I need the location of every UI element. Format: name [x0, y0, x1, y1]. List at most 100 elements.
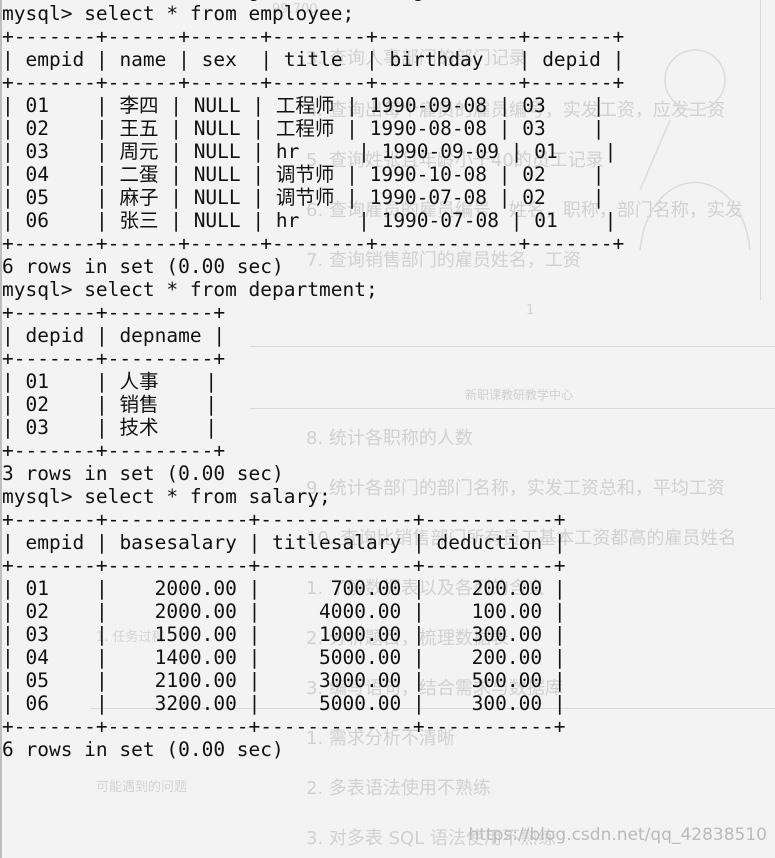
- table-border: +-------+------+------+--------+--------…: [2, 71, 625, 94]
- table-border: +-------+---------+: [2, 301, 226, 324]
- table-cell: 麻子: [119, 186, 159, 209]
- table-border: +-------+---------+: [2, 347, 226, 370]
- table-cell: 06: [25, 692, 49, 715]
- table-cell: 02: [522, 163, 546, 186]
- table-cell: 3200.00: [154, 692, 237, 715]
- table-border: +-------+---------+: [2, 439, 226, 462]
- table-cell: NULL: [193, 117, 241, 140]
- terminal-output: Rows matched: 2 Changed: 0 Warnings: 0my…: [2, 0, 624, 761]
- result-summary: 6 rows in set (0.00 sec): [2, 738, 284, 761]
- table-cell: 02: [25, 393, 49, 416]
- column-header: depname: [119, 324, 202, 347]
- table-cell: 技术: [119, 416, 159, 439]
- column-header: name: [119, 48, 167, 71]
- table-row: | 06 | 3200.00 | 5000.00 | 300.00 |: [2, 692, 566, 715]
- table-cell: 王五: [119, 117, 159, 140]
- table-row: | 06 | 张三 | NULL | hr | 1990-07-08 | 01 …: [2, 209, 617, 232]
- table-cell: 1990-10-08: [369, 163, 488, 186]
- table-cell: 500.00: [471, 669, 543, 692]
- table-cell: 01: [25, 577, 49, 600]
- table-cell: 05: [25, 669, 49, 692]
- table-cell: 调节师: [275, 163, 335, 186]
- result-summary: 3 rows in set (0.00 sec): [2, 462, 284, 485]
- table-row: | 02 | 2000.00 | 4000.00 | 100.00 |: [2, 600, 566, 623]
- table-cell: 销售: [119, 393, 159, 416]
- table-cell: 02: [25, 600, 49, 623]
- table-cell: 调节师: [275, 186, 335, 209]
- table-border: +-------+------+------+--------+--------…: [2, 232, 625, 255]
- table-cell: 04: [25, 163, 49, 186]
- table-row: | 02 | 销售 |: [2, 393, 218, 416]
- table-cell: 01: [534, 209, 558, 232]
- column-header: sex: [201, 48, 237, 71]
- table-cell: 01: [534, 140, 558, 163]
- table-border: +-------+------------+-------------+----…: [2, 715, 566, 738]
- column-header: empid: [25, 48, 85, 71]
- command-line: mysql> select * from employee;: [2, 2, 624, 25]
- table-row: | 05 | 2100.00 | 3000.00 | 500.00 |: [2, 669, 566, 692]
- table-cell: 05: [25, 186, 49, 209]
- table-cell: 2000.00: [154, 600, 237, 623]
- table-cell: 200.00: [471, 577, 543, 600]
- table-cell: 100.00: [471, 600, 543, 623]
- table-cell: 2000.00: [154, 577, 237, 600]
- table-row: | 01 | 人事 |: [2, 370, 218, 393]
- table-header: | empid | name | sex | title | birthday …: [2, 48, 625, 71]
- table-cell: 06: [25, 209, 49, 232]
- table-header: | empid | basesalary | titlesalary | ded…: [2, 531, 566, 554]
- table-row: | 03 | 技术 |: [2, 416, 218, 439]
- watermark: https://blog.csdn.net/qq_42838510: [468, 825, 767, 845]
- summary-line: 6 rows in set (0.00 sec): [2, 738, 624, 761]
- column-header: depid: [25, 324, 85, 347]
- table-cell: 1500.00: [154, 623, 237, 646]
- table-cell: 张三: [119, 209, 159, 232]
- table-cell: 1990-07-08: [381, 209, 499, 232]
- table-border: +-------+------------+-------------+----…: [2, 554, 566, 577]
- table-row: | 02 | 王五 | NULL | 工程师 | 1990-08-08 | 03…: [2, 117, 605, 140]
- table-cell: 1400.00: [154, 646, 237, 669]
- table-row: | 01 | 李四 | NULL | 工程师 | 1990-09-08 | 03…: [2, 94, 605, 117]
- column-header: title: [283, 48, 343, 71]
- table-cell: 200.00: [471, 646, 543, 669]
- table-cell: hr: [275, 140, 300, 163]
- table-cell: 5000.00: [319, 646, 402, 669]
- table-cell: NULL: [193, 140, 241, 163]
- table-cell: 周元: [119, 140, 159, 163]
- mysql-prompt: mysql>: [2, 2, 73, 25]
- table-cell: 工程师: [275, 117, 335, 140]
- summary-line: 3 rows in set (0.00 sec): [2, 462, 624, 485]
- column-header: basesalary: [119, 531, 237, 554]
- table-row: | 05 | 麻子 | NULL | 调节师 | 1990-07-08 | 02…: [2, 186, 605, 209]
- column-header: titlesalary: [272, 531, 402, 554]
- table-row: | 01 | 2000.00 | 700.00 | 200.00 |: [2, 577, 566, 600]
- table-cell: 1990-09-09: [381, 140, 499, 163]
- table-cell: 03: [25, 623, 49, 646]
- table-cell: 人事: [119, 370, 159, 393]
- table-cell: NULL: [193, 94, 241, 117]
- table-cell: 2100.00: [154, 669, 237, 692]
- table-cell: 二蛋: [119, 163, 159, 186]
- table-cell: 1990-07-08: [369, 186, 488, 209]
- sql-command: select * from department;: [72, 278, 378, 301]
- sql-command: select * from employee;: [72, 2, 355, 25]
- table-cell: 1000.00: [319, 623, 402, 646]
- table-cell: NULL: [193, 186, 241, 209]
- table-border: +-------+------+------+--------+--------…: [2, 25, 625, 48]
- table-cell: 300.00: [471, 623, 543, 646]
- illustration-figure: [639, 49, 751, 250]
- window-edge: [0, 0, 2, 858]
- mysql-prompt: mysql>: [2, 485, 73, 508]
- table-cell: 4000.00: [319, 600, 402, 623]
- column-header: empid: [25, 531, 85, 554]
- table-row: | 04 | 二蛋 | NULL | 调节师 | 1990-10-08 | 02…: [2, 163, 605, 186]
- table-header: | depid | depname |: [2, 324, 226, 347]
- bg-text: 2. 多表语法使用不熟练: [306, 778, 491, 799]
- table-border: +-------+------------+-------------+----…: [2, 508, 566, 531]
- table-cell: 02: [522, 186, 546, 209]
- mysql-prompt: mysql>: [2, 278, 73, 301]
- table-cell: 01: [25, 370, 49, 393]
- table-cell: 3000.00: [319, 669, 402, 692]
- table-cell: 04: [25, 646, 49, 669]
- table-cell: 03: [25, 140, 49, 163]
- summary-line: 6 rows in set (0.00 sec): [2, 255, 624, 278]
